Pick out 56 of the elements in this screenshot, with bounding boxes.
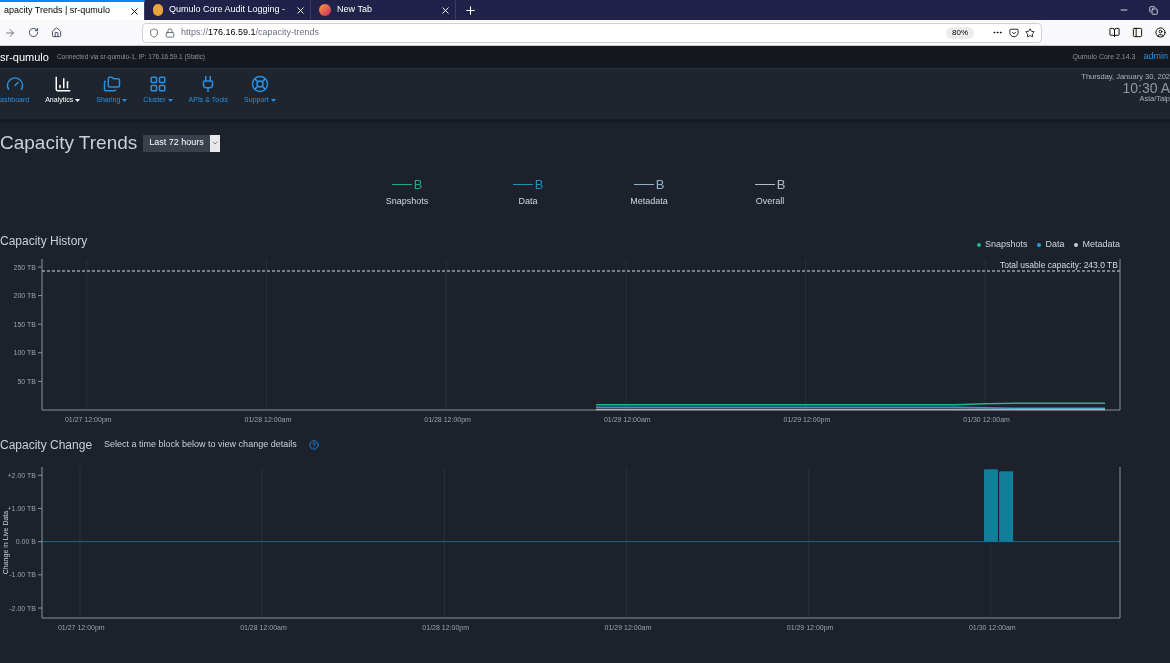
library-icon[interactable] <box>1109 27 1120 38</box>
restore-icon[interactable] <box>1149 5 1158 15</box>
folders-icon <box>102 75 121 93</box>
legend-label: Data <box>1045 238 1065 252</box>
range-select[interactable]: Last 72 hours <box>143 134 220 152</box>
time-label: 10:30 A <box>1122 80 1170 95</box>
droplet-icon <box>153 4 163 16</box>
caret-icon <box>122 98 128 102</box>
caret-icon <box>167 98 173 102</box>
cluster-name: sr-qumulo <box>0 49 49 65</box>
close-icon[interactable] <box>440 4 452 16</box>
capacity-label: Total usable capacity: 243.0 TB <box>1000 260 1118 270</box>
grid-icon <box>148 75 167 93</box>
hint-text: Select a time block below to view change details <box>104 438 297 452</box>
section-title: Capacity Change <box>0 437 93 454</box>
caret-icon <box>270 98 276 102</box>
tab-title: New Tab <box>337 3 373 17</box>
reload-icon[interactable] <box>28 27 39 38</box>
lifebuoy-icon <box>250 75 269 93</box>
summary-value: B <box>391 178 423 191</box>
summary-label: Data <box>518 195 538 208</box>
browser-logo-icon <box>319 4 332 16</box>
browser-tab[interactable]: apacity Trends | sr-qumulo <box>0 0 145 20</box>
gauge-icon <box>5 75 24 93</box>
user-link[interactable]: admin <box>1143 50 1170 64</box>
zoom-level[interactable]: 80% <box>946 26 974 39</box>
help-icon[interactable] <box>308 440 319 450</box>
sidebar-icon[interactable] <box>1132 27 1143 38</box>
bar-chart-icon <box>53 75 72 93</box>
close-icon[interactable] <box>295 4 307 16</box>
star-icon[interactable] <box>1025 27 1035 38</box>
summary-value: B <box>754 178 786 191</box>
tab-title: apacity Trends | sr-qumulo <box>4 4 111 18</box>
lock-icon <box>165 27 175 38</box>
summary-label: Metadata <box>630 195 668 208</box>
summary-value: B <box>512 178 544 191</box>
shield-icon <box>149 27 159 38</box>
bar[interactable] <box>999 471 1014 542</box>
new-tab-icon[interactable] <box>464 3 478 17</box>
caret-icon <box>210 139 219 147</box>
url-text: https://176.16.59.1/capacity-trends <box>181 25 321 39</box>
bar[interactable] <box>983 469 998 542</box>
tab-title: Qumulo Core Audit Logging - <box>169 3 287 17</box>
summary-value: B <box>633 178 665 191</box>
legend-label: Metadata <box>1082 238 1120 252</box>
section-title: Capacity History <box>0 233 88 250</box>
summary-label: Overall <box>755 195 785 208</box>
pocket-icon[interactable] <box>1009 27 1019 38</box>
caret-icon <box>75 98 81 102</box>
legend-label: Snapshots <box>984 238 1028 252</box>
account-icon[interactable] <box>1155 27 1166 38</box>
page-title: Capacity Trends <box>0 130 138 155</box>
close-icon[interactable] <box>129 5 140 17</box>
address-bar[interactable]: https://176.16.59.1/capacity-trends 80% <box>142 22 1042 43</box>
summary-label: Snapshots <box>385 195 429 208</box>
home-icon[interactable] <box>51 27 62 38</box>
